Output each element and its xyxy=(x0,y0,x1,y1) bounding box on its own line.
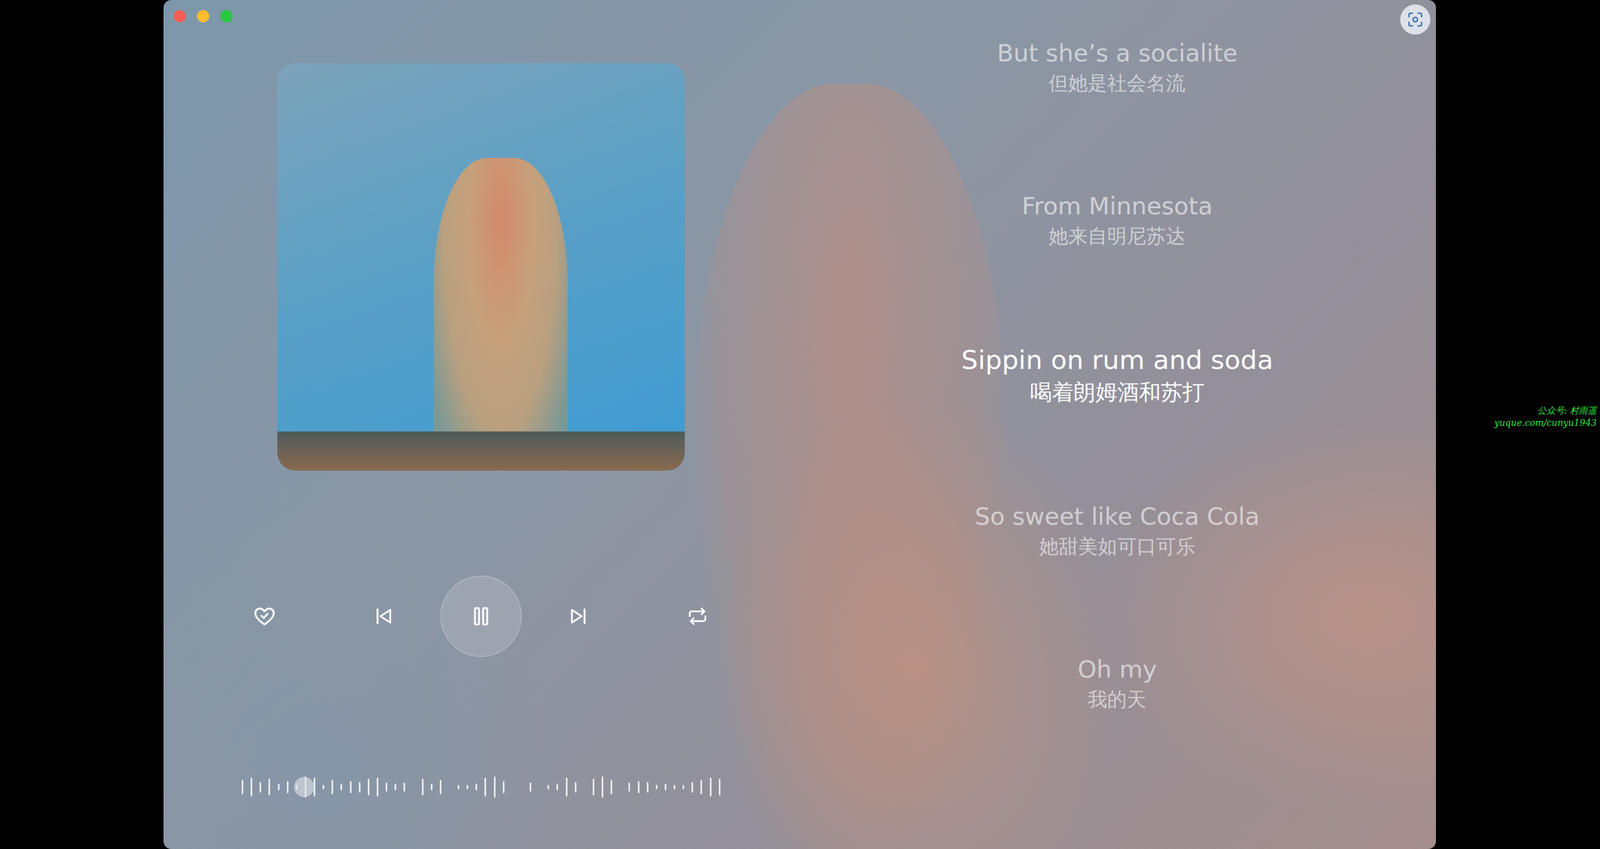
waveform-bar xyxy=(709,777,712,797)
waveform-bar xyxy=(349,780,352,794)
waveform-bar xyxy=(718,778,721,796)
waveform-gap xyxy=(448,786,451,789)
waveform-bar xyxy=(664,783,667,790)
lyric-line[interactable]: So sweet like Coca Cola 她甜美如可口可乐 xyxy=(974,501,1260,560)
like-button[interactable] xyxy=(247,599,282,633)
waveform-bar xyxy=(358,781,361,793)
waveform-bar xyxy=(475,783,478,790)
minimize-button[interactable] xyxy=(197,10,210,23)
waveform-gap xyxy=(520,786,523,789)
album-cover xyxy=(277,63,685,471)
waveform-bar xyxy=(340,783,343,790)
waveform-bar xyxy=(493,776,496,798)
repeat-button[interactable] xyxy=(680,599,715,633)
waveform-bar xyxy=(592,778,595,796)
lyric-text: Oh my xyxy=(1077,654,1157,685)
waveform-bar xyxy=(457,784,460,790)
next-icon xyxy=(567,604,591,628)
lyrics-panel: But she’s a socialite 但她是社会名流 From Minnes… xyxy=(798,0,1436,849)
watermark: 公众号: 村雨遥yuque.com/cunyu1943 xyxy=(1435,0,1600,849)
waveform-bar xyxy=(655,784,658,790)
lyric-text: But she’s a socialite xyxy=(996,37,1238,69)
lyric-line[interactable]: But she’s a socialite 但她是社会名流 xyxy=(996,37,1238,96)
waveform-bar xyxy=(601,776,604,798)
zoom-button[interactable] xyxy=(220,10,233,23)
play-pause-button[interactable] xyxy=(440,575,522,657)
lyric-line[interactable]: From Minnesota 她来自明尼苏达 xyxy=(1021,190,1213,249)
waveform-bar xyxy=(268,778,271,796)
next-button[interactable] xyxy=(561,599,596,633)
heart-icon xyxy=(252,603,277,629)
waveform-bar xyxy=(610,779,613,795)
lyric-translation: 我的天 xyxy=(1087,686,1147,713)
close-button[interactable] xyxy=(173,10,186,23)
waveform-bar xyxy=(673,784,676,790)
waveform-bar xyxy=(241,779,244,795)
waveform-bar xyxy=(376,777,379,797)
screen: But she’s a socialite 但她是社会名流 From Minnes… xyxy=(0,0,1600,849)
lyric-translation: 喝着朗姆酒和苏打 xyxy=(1030,378,1205,407)
waveform-bar xyxy=(691,781,694,793)
waveform-bar xyxy=(277,783,280,790)
waveform-bar xyxy=(484,777,487,797)
waveform-bar xyxy=(547,784,550,790)
waveform-bar xyxy=(385,782,388,791)
waveform-bar xyxy=(421,778,424,796)
lyric-translation: 她来自明尼苏达 xyxy=(1048,223,1186,249)
lyric-line[interactable]: Oh my 我的天 xyxy=(1077,654,1157,713)
waveform-bar xyxy=(628,782,631,791)
waveform-bar xyxy=(646,781,649,793)
waveform-bar xyxy=(367,778,370,796)
fullscreen-button[interactable] xyxy=(1400,4,1431,35)
playback-controls xyxy=(247,575,715,657)
waveform-bar xyxy=(322,784,325,790)
waveform-bar xyxy=(574,781,577,793)
waveform-bar xyxy=(502,780,505,794)
player-window: But she’s a socialite 但她是社会名流 From Minnes… xyxy=(163,0,1436,849)
waveform-bar xyxy=(394,783,397,790)
lyric-translation: 但她是社会名流 xyxy=(1048,70,1186,96)
waveform-gap xyxy=(619,786,622,789)
waveform-bar xyxy=(250,777,253,797)
progress-waveform[interactable] xyxy=(241,775,721,799)
waveform-bar xyxy=(430,783,433,790)
waveform-bar xyxy=(529,782,532,791)
window-controls xyxy=(173,10,233,23)
progress-thumb[interactable] xyxy=(294,776,315,797)
repeat-icon xyxy=(685,604,710,628)
waveform-bar xyxy=(403,782,406,791)
watermark-text: 公众号: 村雨遥 xyxy=(1537,404,1597,417)
waveform-bar xyxy=(466,784,469,790)
waveform-bar xyxy=(637,780,640,794)
lyric-text: Sippin on rum and soda xyxy=(961,343,1274,377)
waveform-gap xyxy=(583,786,586,789)
left-margin xyxy=(0,0,164,849)
waveform-gap xyxy=(538,786,541,789)
previous-button[interactable] xyxy=(366,599,401,633)
background-figure xyxy=(693,83,1007,849)
lyric-text: So sweet like Coca Cola xyxy=(974,501,1260,532)
waveform-bar xyxy=(331,779,334,795)
watermark-text: yuque.com/cunyu1943 xyxy=(1494,416,1597,430)
waveform-gap xyxy=(412,786,415,789)
player-panel xyxy=(163,0,799,849)
previous-icon xyxy=(371,604,396,628)
waveform-bar xyxy=(682,784,685,790)
waveform-gap xyxy=(511,786,514,789)
pause-icon xyxy=(468,603,494,629)
waveform-bar xyxy=(556,783,559,790)
waveform-bar xyxy=(259,781,262,793)
lyric-translation: 她甜美如可口可乐 xyxy=(1039,533,1196,560)
waveform-bar xyxy=(700,779,703,795)
lyric-text: From Minnesota xyxy=(1021,190,1213,221)
waveform-bar xyxy=(286,780,289,794)
waveform-bar xyxy=(565,777,568,797)
focus-icon xyxy=(1406,11,1424,28)
lyric-line[interactable]: Sippin on rum and soda 喝着朗姆酒和苏打 xyxy=(961,343,1274,407)
waveform-bar xyxy=(439,779,442,795)
